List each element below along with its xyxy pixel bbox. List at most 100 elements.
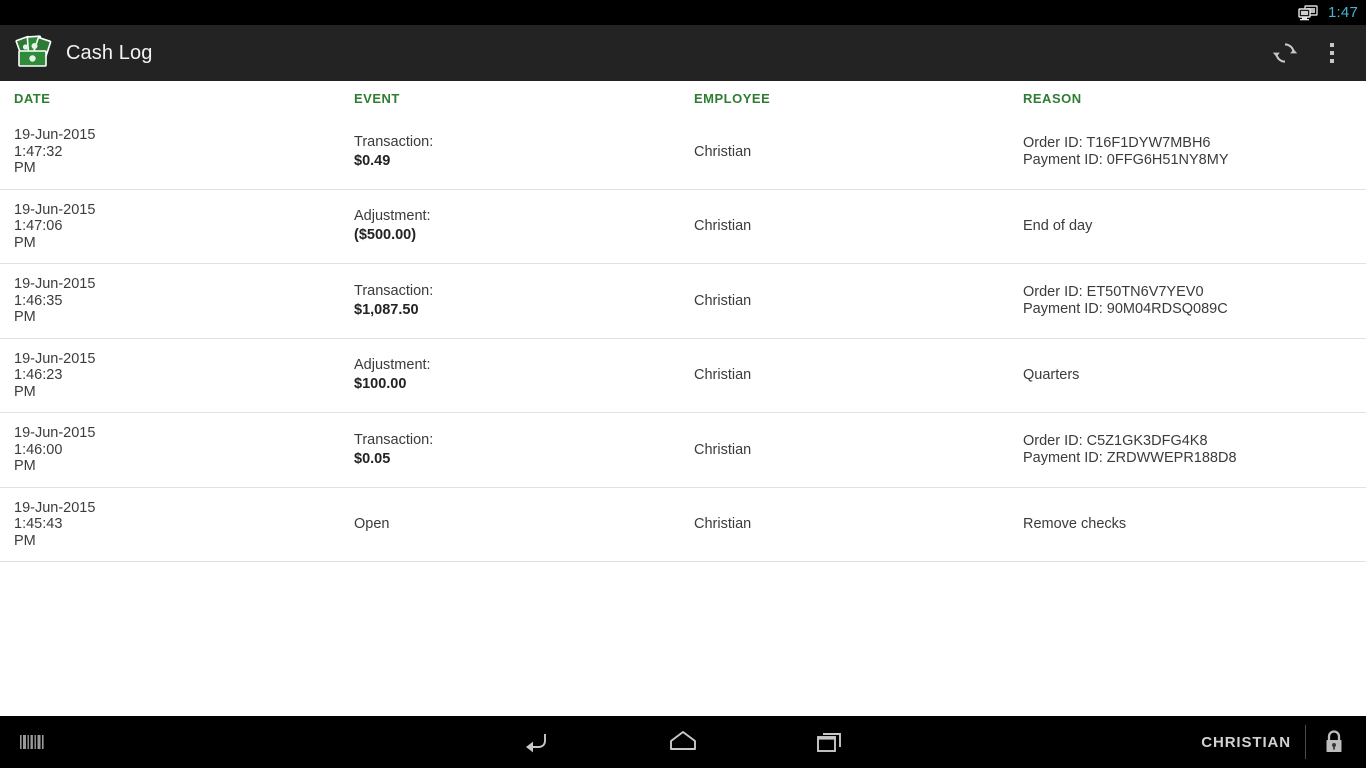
nav-bar-left <box>0 719 200 765</box>
screen-cast-icon <box>1298 4 1318 21</box>
cell-employee: Christian <box>694 143 752 160</box>
overflow-dot <box>1330 59 1334 63</box>
system-navigation-bar: CHRISTIAN <box>0 716 1366 768</box>
event-amount: ($500.00) <box>354 227 417 244</box>
date-meridiem: PM <box>14 234 36 251</box>
date-date: 19-Jun-2015 <box>14 127 96 143</box>
table-row[interactable]: 19-Jun-2015 1:45:43 PM Open Christian Remove … <box>0 487 1366 562</box>
reason-line-1: Quarters <box>1023 366 1080 383</box>
cell-reason: Order ID: ET50TN6V7YEV0 Payment ID: 90M04… <box>1017 264 1366 339</box>
status-bar-icons: 1:47 <box>1298 4 1358 21</box>
table-header: DATE EVENT EMPLOYEE REASON <box>0 81 1366 115</box>
date-meridiem: PM <box>14 160 36 176</box>
cell-event: Adjustment: $100.00 <box>342 338 682 413</box>
back-icon[interactable] <box>509 719 565 765</box>
recent-apps-icon[interactable] <box>801 719 857 765</box>
cell-date: 19-Jun-2015 1:46:00 PM <box>0 413 342 488</box>
date-date: 19-Jun-2015 <box>14 425 96 441</box>
event-type: Transaction: <box>354 431 434 448</box>
status-bar: 1:47 <box>0 0 1366 25</box>
cell-reason: End of day <box>1017 189 1366 264</box>
lock-icon[interactable] <box>1316 719 1352 765</box>
column-header-event[interactable]: EVENT <box>342 81 682 115</box>
overflow-menu-icon[interactable] <box>1312 25 1352 81</box>
event-type: Open <box>354 515 390 532</box>
barcode-icon[interactable] <box>18 719 58 765</box>
reason-line-2: Payment ID: 90M04RDSQ089C <box>1023 300 1228 317</box>
date-meridiem: PM <box>14 532 36 549</box>
date-time: 1:45:43 <box>14 516 63 532</box>
event-amount: $0.49 <box>354 152 391 169</box>
event-type: Transaction: <box>354 282 434 299</box>
cell-event: Transaction: $1,087.50 <box>342 264 682 339</box>
cash-log-content: DATE EVENT EMPLOYEE REASON 19-Jun-2015 1:… <box>0 81 1366 716</box>
reason-line-1: Remove checks <box>1023 515 1127 532</box>
cash-log-table: DATE EVENT EMPLOYEE REASON 19-Jun-2015 1:… <box>0 81 1366 562</box>
reason-line-1: Order ID: C5Z1GK3DFG4K8 <box>1023 432 1208 449</box>
table-row[interactable]: 19-Jun-2015 1:46:23 PM Adjustment: $100.00 Ch… <box>0 338 1366 413</box>
table-row[interactable]: 19-Jun-2015 1:46:35 PM Transaction: $1,087.5… <box>0 264 1366 339</box>
table-row[interactable]: 19-Jun-2015 1:46:00 PM Transaction: $0.05 Chr… <box>0 413 1366 488</box>
status-bar-clock: 1:47 <box>1328 4 1358 21</box>
reason-line-1: Order ID: T16F1DYW7MBH6 <box>1023 134 1211 151</box>
cell-date: 19-Jun-2015 1:46:23 PM <box>0 338 342 413</box>
reason-line-1: End of day <box>1023 217 1093 234</box>
overflow-dot <box>1330 51 1334 55</box>
table-row[interactable]: 19-Jun-2015 1:47:32 PM Transaction: $0.49 Chr… <box>0 115 1366 189</box>
date-date: 19-Jun-2015 <box>14 276 96 292</box>
cell-employee: Christian <box>694 292 752 309</box>
cell-event: Adjustment: ($500.00) <box>342 189 682 264</box>
cell-employee: Christian <box>694 516 752 533</box>
refresh-icon[interactable] <box>1258 25 1312 81</box>
event-amount: $100.00 <box>354 376 407 393</box>
nav-bar-center <box>200 719 1166 765</box>
event-type: Transaction: <box>354 133 434 150</box>
reason-line-1: Order ID: ET50TN6V7YEV0 <box>1023 283 1204 300</box>
table-header-row: DATE EVENT EMPLOYEE REASON <box>0 81 1366 115</box>
event-type: Adjustment: <box>354 357 431 374</box>
reason-line-2: Payment ID: 0FFG6H51NY8MY <box>1023 151 1229 168</box>
nav-divider <box>1305 725 1306 759</box>
date-time: 1:46:23 <box>14 367 63 383</box>
cell-date: 19-Jun-2015 1:47:32 PM <box>0 115 342 189</box>
date-time: 1:46:00 <box>14 441 63 458</box>
cell-date: 19-Jun-2015 1:47:06 PM <box>0 189 342 264</box>
date-date: 19-Jun-2015 <box>14 499 96 516</box>
home-icon[interactable] <box>655 719 711 765</box>
date-date: 19-Jun-2015 <box>14 350 96 367</box>
date-time: 1:47:32 <box>14 143 63 160</box>
cell-event: Transaction: $0.49 <box>342 115 682 189</box>
table-body: 19-Jun-2015 1:47:32 PM Transaction: $0.49 Chr… <box>0 115 1366 562</box>
event-amount: $0.05 <box>354 450 391 467</box>
date-meridiem: PM <box>14 383 36 400</box>
page-title: Cash Log <box>66 41 153 64</box>
date-time: 1:46:35 <box>14 292 63 309</box>
cell-reason: Remove checks <box>1017 487 1366 562</box>
event-type: Adjustment: <box>354 208 431 225</box>
reason-line-2: Payment ID: ZRDWWEPR188D8 <box>1023 449 1237 466</box>
action-bar: Cash Log <box>0 25 1366 81</box>
cell-reason: Quarters <box>1017 338 1366 413</box>
cell-employee: Christian <box>694 441 752 458</box>
cash-bills-icon <box>12 33 56 73</box>
overflow-dot <box>1330 43 1334 47</box>
event-amount: $1,087.50 <box>354 301 419 318</box>
column-header-employee[interactable]: EMPLOYEE <box>682 81 1017 115</box>
date-meridiem: PM <box>14 458 36 474</box>
date-time: 1:47:06 <box>14 218 63 234</box>
cell-event: Transaction: $0.05 <box>342 413 682 488</box>
cell-reason: Order ID: T16F1DYW7MBH6 Payment ID: 0FFG6… <box>1017 115 1366 189</box>
cell-date: 19-Jun-2015 1:45:43 PM <box>0 487 342 562</box>
logged-in-user-label[interactable]: CHRISTIAN <box>1201 734 1305 751</box>
nav-bar-right: CHRISTIAN <box>1166 719 1366 765</box>
date-date: 19-Jun-2015 <box>14 201 96 218</box>
table-row[interactable]: 19-Jun-2015 1:47:06 PM Adjustment: ($500.00)… <box>0 189 1366 264</box>
column-header-date[interactable]: DATE <box>0 81 342 115</box>
cell-event: Open <box>342 487 682 562</box>
date-meridiem: PM <box>14 309 36 325</box>
column-header-reason[interactable]: REASON <box>1017 81 1366 115</box>
cell-date: 19-Jun-2015 1:46:35 PM <box>0 264 342 339</box>
app-screen: 1:47 Cash Log DATE EVENT EMPLOYEE REASON… <box>0 0 1366 768</box>
cell-reason: Order ID: C5Z1GK3DFG4K8 Payment ID: ZRDWW… <box>1017 413 1366 488</box>
cell-employee: Christian <box>694 218 752 235</box>
